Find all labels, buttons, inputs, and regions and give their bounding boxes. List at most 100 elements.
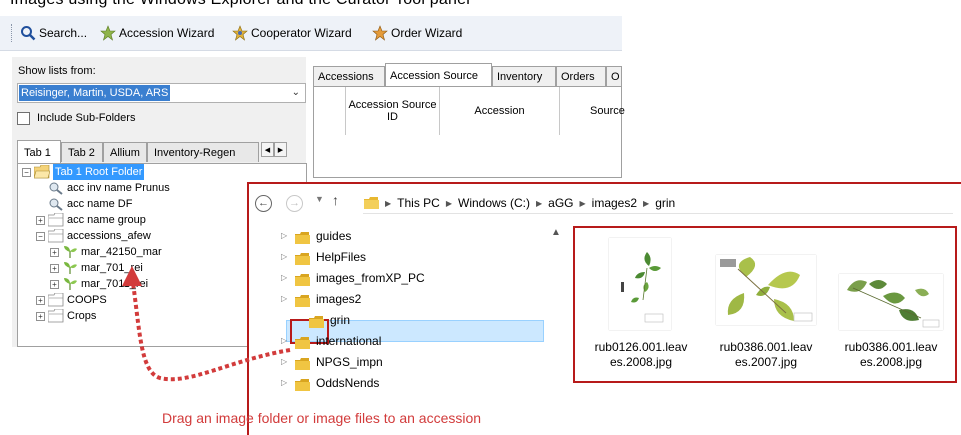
breadcrumb-windows-c[interactable]: Windows (C:) bbox=[458, 196, 530, 210]
folder-item[interactable]: ▷ NPGS_impn bbox=[281, 352, 383, 372]
accession-icon bbox=[62, 277, 78, 291]
tree-item[interactable]: + acc name group bbox=[36, 212, 146, 228]
folder-icon bbox=[295, 377, 310, 391]
folder-item[interactable]: ▷ images2 bbox=[281, 289, 361, 309]
folder-item[interactable]: ▷ OddsNends bbox=[281, 373, 379, 393]
order-wizard-button[interactable]: Order Wizard bbox=[372, 25, 462, 41]
include-subfolders-checkbox[interactable] bbox=[17, 112, 30, 125]
folder-icon bbox=[295, 356, 310, 370]
cutoff-heading-text: Images using the Windows Explorer and th… bbox=[10, 0, 470, 9]
column-header[interactable]: Accession bbox=[440, 87, 560, 135]
tab-scroll-right-button[interactable]: ▶ bbox=[274, 142, 287, 157]
nav-scroll-up-icon[interactable]: ▲ bbox=[551, 227, 561, 238]
toolbar-grip[interactable] bbox=[11, 24, 15, 42]
collapse-icon[interactable]: − bbox=[36, 231, 45, 241]
column-header[interactable]: Source bbox=[560, 87, 630, 135]
tab-inventory-regen-label: Inventory-Regen bbox=[154, 147, 236, 159]
tree-item[interactable]: − Tab 1 Root Folder bbox=[22, 164, 145, 180]
arrow-up-icon: ↑ bbox=[332, 192, 339, 208]
tree-item-label: acc name group bbox=[67, 214, 146, 226]
tab-orders[interactable]: Orders bbox=[556, 66, 606, 86]
expand-icon[interactable]: + bbox=[50, 263, 59, 273]
expand-icon[interactable]: + bbox=[36, 215, 45, 225]
folder-item[interactable]: ▷ guides bbox=[281, 226, 351, 246]
file-thumbnail[interactable]: rub0126.001.leav es.2008.jpg bbox=[581, 230, 701, 380]
breadcrumb-agg[interactable]: aGG bbox=[548, 196, 573, 210]
accession-wizard-button[interactable]: Accession Wizard bbox=[100, 25, 214, 41]
folder-icon bbox=[295, 272, 310, 286]
owner-combobox-value: Reisinger, Martin, USDA, ARS bbox=[19, 85, 171, 101]
folder-item[interactable]: ▷ HelpFiles bbox=[281, 247, 366, 267]
tab-tab-1[interactable]: Tab 1 bbox=[17, 140, 61, 163]
instruction-caption: Drag an image folder or image files to a… bbox=[162, 410, 482, 426]
expand-icon[interactable]: + bbox=[36, 295, 45, 305]
leaf-specimen-image bbox=[609, 238, 671, 330]
expand-arrow-icon[interactable]: ▷ bbox=[281, 289, 291, 309]
file-thumbnail[interactable]: rub0386.001.leav es.2007.jpg bbox=[706, 230, 826, 380]
expand-arrow-icon[interactable]: ▷ bbox=[281, 331, 291, 351]
recent-locations-button[interactable]: ▼ bbox=[315, 194, 324, 204]
folder-item[interactable]: ▷ international bbox=[281, 331, 381, 351]
back-button[interactable]: ← bbox=[255, 195, 272, 212]
expand-icon[interactable]: + bbox=[50, 279, 59, 289]
breadcrumb-this-pc[interactable]: This PC bbox=[397, 196, 440, 210]
tab-scroll-left-button[interactable]: ◀ bbox=[261, 142, 274, 157]
accession-wizard-label: Accession Wizard bbox=[119, 26, 215, 40]
forward-button[interactable]: → bbox=[286, 195, 303, 212]
folder-item[interactable]: ▷ images_fromXP_PC bbox=[281, 268, 425, 288]
leaf-specimen-image bbox=[716, 255, 816, 325]
column-header-label: Accession bbox=[474, 105, 525, 117]
expand-icon[interactable]: + bbox=[50, 247, 59, 257]
tree-item[interactable]: + mar_701_rei bbox=[50, 260, 143, 276]
tab-o[interactable]: O bbox=[606, 66, 622, 86]
search-button[interactable]: Search... bbox=[20, 25, 87, 41]
collapse-icon[interactable]: − bbox=[22, 167, 31, 177]
tree-item-label: Tab 1 Root Folder bbox=[53, 164, 145, 180]
tree-item-label: Crops bbox=[67, 310, 97, 322]
tab-accessions-label: Accessions bbox=[318, 71, 374, 83]
expand-arrow-icon[interactable]: ▷ bbox=[281, 352, 291, 372]
folder-icon bbox=[309, 314, 324, 328]
tree-item-label: mar_42150_mar bbox=[81, 246, 162, 258]
expand-arrow-icon[interactable]: ▷ bbox=[281, 247, 291, 267]
tree-item[interactable]: + Crops bbox=[36, 308, 96, 324]
tree-item[interactable]: acc name DF bbox=[36, 196, 132, 212]
folder-icon bbox=[295, 293, 310, 307]
include-subfolders-label: Include Sub-Folders bbox=[37, 112, 136, 124]
file-thumbnails: rub0126.001.leav es.2008.jpg rub0386.001.… bbox=[573, 228, 957, 383]
folder-item[interactable]: grin bbox=[295, 310, 350, 330]
tab-accession-source[interactable]: Accession Source bbox=[385, 63, 492, 87]
breadcrumb[interactable]: ▶ This PC ▶ Windows (C:) ▶ aGG ▶ images2… bbox=[364, 191, 961, 215]
tree-item[interactable]: − accessions_afew bbox=[36, 228, 151, 244]
chevron-down-icon[interactable]: ⌄ bbox=[292, 87, 300, 98]
tab-tab-2[interactable]: Tab 2 bbox=[61, 142, 103, 162]
folder-item-label: grin bbox=[330, 313, 351, 327]
column-header[interactable]: Accession Source ID bbox=[346, 87, 440, 135]
owner-combobox[interactable]: Reisinger, Martin, USDA, ARS ⌄ bbox=[17, 83, 306, 103]
folder-item-label: images2 bbox=[316, 292, 362, 306]
folder-icon bbox=[47, 308, 64, 323]
tab-tab-2-label: Tab 2 bbox=[68, 147, 95, 159]
tree-item[interactable]: acc inv name Prunus bbox=[36, 180, 170, 196]
tree-item[interactable]: + COOPS bbox=[36, 292, 107, 308]
up-button[interactable]: ↑ bbox=[332, 192, 339, 208]
expand-arrow-icon[interactable]: ▷ bbox=[281, 226, 291, 246]
folder-icon bbox=[47, 292, 64, 307]
expand-icon[interactable]: + bbox=[36, 311, 45, 321]
cooperator-wizard-button[interactable]: Cooperator Wizard bbox=[232, 25, 352, 41]
tree-item[interactable]: + mar_42150_mar bbox=[50, 244, 162, 260]
tab-inventory[interactable]: Inventory bbox=[492, 66, 556, 86]
folder-item-label: guides bbox=[316, 229, 352, 243]
tab-inventory-regen[interactable]: Inventory-Regen bbox=[147, 142, 259, 162]
leaf-specimen-image bbox=[839, 274, 943, 330]
expand-arrow-icon[interactable]: ▷ bbox=[281, 373, 291, 393]
file-thumbnail[interactable]: rub0386.001.leav es.2008.jpg bbox=[831, 230, 951, 380]
tab-o-label: O bbox=[611, 71, 620, 83]
breadcrumb-grin[interactable]: grin bbox=[655, 196, 675, 210]
expand-arrow-icon[interactable]: ▷ bbox=[281, 268, 291, 288]
tab-accessions[interactable]: Accessions bbox=[313, 66, 385, 86]
saved-query-icon bbox=[48, 181, 64, 195]
breadcrumb-images2[interactable]: images2 bbox=[592, 196, 637, 210]
tree-item[interactable]: + mar_7011_rei bbox=[50, 276, 148, 292]
tab-allium[interactable]: Allium bbox=[103, 142, 147, 162]
